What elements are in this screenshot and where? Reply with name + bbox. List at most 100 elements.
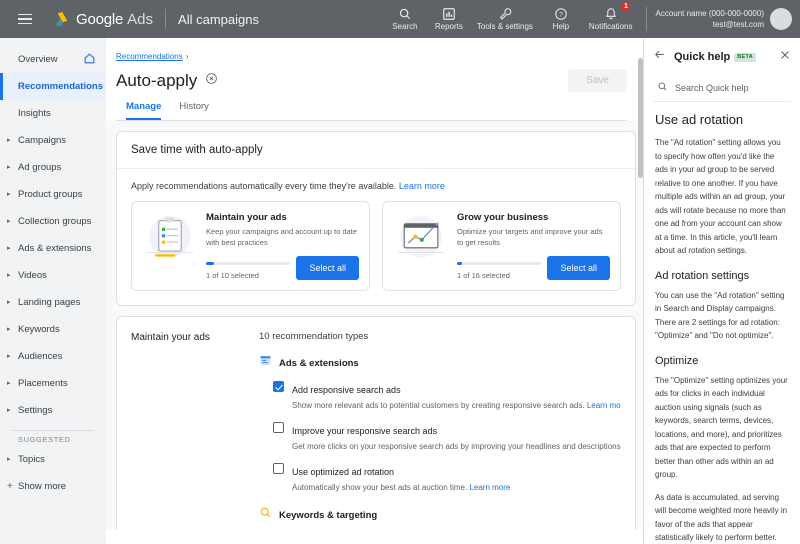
sidebar-item-label: Ad groups: [18, 162, 61, 173]
chevron-right-icon: ▸: [7, 380, 11, 387]
sidebar-suggested-header: SUGGESTED: [0, 435, 106, 444]
chevron-right-icon: ▸: [7, 272, 11, 279]
notifications-label: Notifications: [589, 23, 633, 32]
recommendation-desc-text: Automatically show your best ads at auct…: [292, 483, 467, 492]
recommendation-description: Automatically show your best ads at auct…: [292, 482, 510, 494]
tab-history[interactable]: History: [179, 101, 209, 120]
sidebar-item-ad-groups[interactable]: ▸ Ad groups: [0, 154, 106, 181]
clipboard-checklist-illustration: [142, 212, 198, 266]
chevron-right-icon: ▸: [7, 164, 11, 171]
all-campaigns-label: All campaigns: [178, 12, 259, 27]
google-ads-mark-icon: [50, 9, 70, 29]
sidebar-item-placements[interactable]: ▸ Placements: [0, 370, 106, 397]
quick-help-search-field[interactable]: Search Quick help: [653, 74, 791, 102]
checkbox-add-responsive-search-ads[interactable]: [273, 381, 284, 392]
reports-button[interactable]: Reports: [427, 0, 471, 38]
sidebar-item-label: Collection groups: [18, 216, 91, 227]
top-app-bar: Google Ads All campaigns Search Reports: [0, 0, 800, 38]
sidebar-item-videos[interactable]: ▸ Videos: [0, 262, 106, 289]
sidebar-item-topics[interactable]: ▸ Topics: [0, 446, 106, 473]
sidebar-item-label: Landing pages: [18, 297, 80, 308]
sidebar-item-label: Topics: [18, 454, 45, 465]
recommendation-description: Show more relevant ads to potential cust…: [292, 400, 621, 412]
reports-label: Reports: [435, 23, 463, 32]
tools-settings-button[interactable]: Tools & settings: [471, 0, 539, 38]
home-icon: [83, 52, 96, 68]
sidebar-item-settings[interactable]: ▸ Settings: [0, 397, 106, 424]
auto-apply-subtitle-text: Apply recommendations automatically ever…: [131, 181, 396, 191]
help-question-circle-icon: ?: [554, 7, 568, 22]
recommendation-item[interactable]: Improve your responsive search ads Get m…: [259, 421, 621, 453]
sidebar-item-ads-extensions[interactable]: ▸ Ads & extensions: [0, 235, 106, 262]
select-all-button-grow[interactable]: Select all: [547, 256, 610, 280]
notifications-button[interactable]: 1 Notifications: [583, 0, 639, 38]
chevron-right-icon: ▸: [7, 218, 11, 225]
sidebar-item-recommendations[interactable]: Recommendations: [0, 73, 106, 100]
group-title: Ads & extensions: [279, 358, 359, 369]
sidebar-item-keywords[interactable]: ▸ Keywords: [0, 316, 106, 343]
google-ads-logo[interactable]: Google Ads: [50, 9, 153, 29]
recommendation-label: Use optimized ad rotation: [292, 467, 394, 477]
recommendation-label: Add responsive search ads: [292, 385, 401, 395]
breadcrumb-recommendations-link[interactable]: Recommendations: [116, 52, 183, 61]
sidebar-item-label: Placements: [18, 378, 68, 389]
search-label: Search: [392, 23, 417, 32]
sidebar-item-label: Keywords: [18, 324, 60, 335]
sidebar-show-more-button[interactable]: + Show more: [0, 473, 106, 500]
sidebar-item-overview[interactable]: Overview: [0, 46, 106, 73]
group-header-keywords-targeting: Keywords & targeting: [259, 506, 621, 524]
recommendation-item[interactable]: Use optimized ad rotation Automatically …: [259, 462, 621, 494]
sidebar-item-label: Recommendations: [18, 81, 103, 92]
bell-notification-icon: [604, 7, 618, 22]
learn-more-link[interactable]: Learn more: [587, 401, 621, 410]
sidebar-item-product-groups[interactable]: ▸ Product groups: [0, 181, 106, 208]
beta-badge: BETA: [734, 53, 756, 62]
top-bar-actions: Search Reports Tools & settings ? Help: [383, 0, 800, 38]
promo-progress-label: 1 of 16 selected: [457, 271, 541, 280]
breadcrumb-separator: ›: [186, 52, 189, 61]
recommendation-desc-text: Show more relevant ads to potential cust…: [292, 401, 585, 410]
chevron-right-icon: ▸: [7, 245, 11, 252]
help-button[interactable]: ? Help: [539, 0, 583, 38]
account-name: Account name (000-000-0000): [655, 8, 764, 19]
search-button[interactable]: Search: [383, 0, 427, 38]
avatar[interactable]: [770, 8, 792, 30]
page-scroll-area[interactable]: Save time with auto-apply Apply recommen…: [106, 121, 643, 530]
checkbox-improve-responsive-search-ads[interactable]: [273, 422, 284, 433]
page-title: Auto-apply: [116, 71, 197, 91]
sidebar-item-campaigns[interactable]: ▸ Campaigns: [0, 127, 106, 154]
group-header-ads-extensions: Ads & extensions: [259, 354, 621, 372]
learn-more-link[interactable]: Learn more: [469, 483, 510, 492]
sidebar-item-insights[interactable]: Insights: [0, 100, 106, 127]
brand-google-text: Google: [76, 11, 123, 28]
sidebar-item-label: Product groups: [18, 189, 82, 200]
tab-manage[interactable]: Manage: [126, 101, 161, 120]
auto-apply-learn-more-link[interactable]: Learn more: [399, 181, 445, 191]
checkbox-use-optimized-ad-rotation[interactable]: [273, 463, 284, 474]
chevron-right-icon: ▸: [7, 137, 11, 144]
sidebar-item-audiences[interactable]: ▸ Audiences: [0, 343, 106, 370]
help-label: Help: [553, 23, 569, 32]
sidebar-item-label: Videos: [18, 270, 47, 281]
account-menu[interactable]: Account name (000-000-0000) test@test.co…: [655, 8, 800, 30]
promo-title: Grow your business: [457, 212, 610, 223]
chevron-right-icon: ▸: [7, 299, 11, 306]
save-button[interactable]: Save: [568, 69, 627, 92]
select-all-button-maintain[interactable]: Select all: [296, 256, 359, 280]
recommendation-item[interactable]: Add responsive search ads Show more rele…: [259, 380, 621, 412]
sidebar-item-label: Audiences: [18, 351, 62, 362]
close-x-icon[interactable]: [779, 48, 791, 66]
circle-x-icon[interactable]: [205, 72, 218, 90]
back-arrow-icon[interactable]: [653, 48, 666, 66]
quick-help-search-placeholder: Search Quick help: [675, 83, 749, 93]
promo-description: Optimize your targets and improve your a…: [457, 226, 610, 248]
auto-apply-subtitle: Apply recommendations automatically ever…: [131, 181, 621, 191]
account-divider: [646, 7, 647, 31]
quick-help-title: Quick help: [674, 51, 730, 63]
sidebar-item-collection-groups[interactable]: ▸ Collection groups: [0, 208, 106, 235]
promo-card-grow-your-business: Grow your business Optimize your targets…: [382, 201, 621, 291]
recommendation-label: Improve your responsive search ads: [292, 426, 437, 436]
sidebar-item-label: Overview: [18, 54, 58, 65]
hamburger-menu-icon[interactable]: [8, 14, 42, 25]
sidebar-item-landing-pages[interactable]: ▸ Landing pages: [0, 289, 106, 316]
